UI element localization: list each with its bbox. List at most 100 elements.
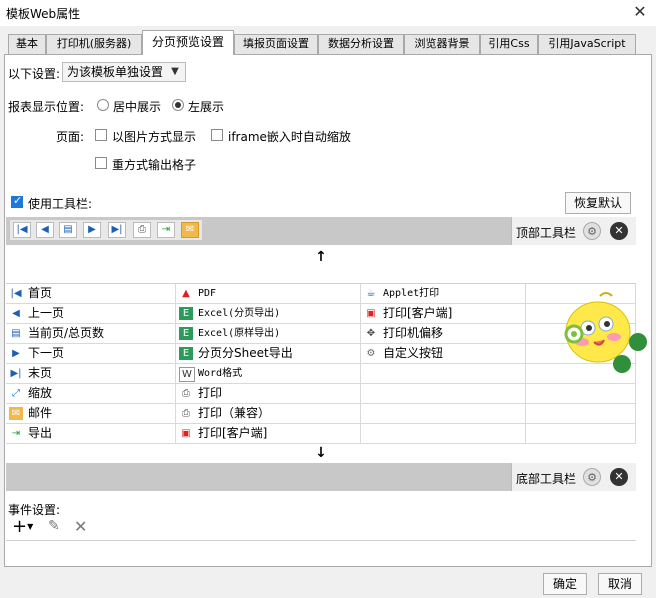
tab-browser-bg[interactable]: 浏览器背景	[404, 34, 480, 54]
mascot-icon	[564, 292, 647, 373]
window-title: 模板Web属性	[6, 7, 81, 21]
events-list[interactable]	[6, 540, 636, 565]
settings-select-value: 为该模板单独设置	[67, 65, 164, 79]
checkbox-image-display[interactable]	[95, 129, 107, 141]
move-down-icon[interactable]: ↓	[6, 443, 636, 463]
print-icon: ⎙	[182, 388, 190, 399]
first-page-icon: |◀	[10, 288, 22, 299]
grid-item-export[interactable]: ⇥ 导出	[6, 424, 176, 444]
print-icon: ⎙	[182, 408, 190, 419]
chevron-down-icon: ▼	[171, 66, 179, 77]
tab-printer-server[interactable]: 打印机(服务器)	[46, 34, 142, 54]
edit-event-icon[interactable]: ✎	[48, 518, 60, 534]
grid-item-print-compat[interactable]: ⎙ 打印（兼容）	[176, 404, 361, 424]
settings-select[interactable]: 为该模板单独设置 ▼	[62, 62, 186, 82]
grid-item-print[interactable]: ⎙ 打印	[176, 384, 361, 404]
move-up-icon[interactable]: ↑	[6, 247, 636, 267]
grid-item-first-page[interactable]: |◀ 首页	[6, 284, 176, 304]
next-page-icon: ▶	[12, 348, 20, 359]
excel-icon: E	[179, 347, 193, 360]
grid-item-excel-paged[interactable]: E Excel(分页导出)	[176, 304, 361, 324]
restore-default-button[interactable]: 恢复默认	[565, 192, 631, 214]
tab-fill-page[interactable]: 填报页面设置	[234, 34, 318, 54]
page-count-icon: ▤	[11, 328, 21, 339]
word-icon: W	[179, 367, 195, 382]
checkbox-iframe-zoom[interactable]	[211, 129, 223, 141]
tab-javascript[interactable]: 引用JavaScript	[538, 34, 636, 54]
delete-event-icon[interactable]: ✕	[74, 517, 87, 536]
tab-pagination-preview[interactable]: 分页预览设置	[142, 30, 234, 55]
radio-left[interactable]	[172, 99, 184, 111]
grid-empty-cell	[526, 404, 636, 424]
top-gear-icon[interactable]: ⚙	[583, 222, 601, 240]
excel-icon: E	[179, 307, 193, 320]
title-bar	[0, 0, 656, 26]
grid-item-zoom[interactable]: ⤢ 缩放	[6, 384, 176, 404]
pdf-print-icon: ▣	[181, 428, 191, 439]
use-toolbar-label: 使用工具栏:	[28, 197, 93, 211]
next-page-icon[interactable]: ▶	[83, 222, 101, 238]
position-label: 报表显示位置:	[8, 100, 85, 114]
grid-item-excel-original[interactable]: E Excel(原样导出)	[176, 324, 361, 344]
email-icon: ✉	[9, 407, 23, 420]
zoom-icon: ⤢	[12, 388, 20, 399]
page-label: 页面:	[56, 130, 85, 144]
tab-basic[interactable]: 基本	[8, 34, 46, 54]
grid-item-print-client[interactable]: ▣ 打印[客户端]	[176, 424, 361, 444]
grid-item-pdf[interactable]: ▲ PDF	[176, 284, 361, 304]
mascot-sticker	[560, 290, 652, 380]
grid-item-printer-offset[interactable]: ✥ 打印机偏移	[361, 324, 526, 344]
print-icon[interactable]: ⎙	[133, 222, 151, 238]
ok-button[interactable]: 确定	[543, 573, 587, 595]
cancel-button[interactable]: 取消	[598, 573, 642, 595]
pdf-print-icon: ▣	[366, 308, 376, 319]
radio-left-label: 左展示	[188, 100, 225, 114]
bottom-remove-icon[interactable]: ✕	[610, 468, 628, 486]
applet-icon: ☕	[366, 288, 376, 299]
settings-label: 以下设置:	[8, 67, 61, 81]
last-page-icon: ▶|	[10, 368, 22, 379]
grid-empty-cell	[526, 384, 636, 404]
page-count-icon[interactable]: ▤	[59, 222, 77, 238]
tab-data-analysis[interactable]: 数据分析设置	[318, 34, 404, 54]
grid-empty-cell	[361, 404, 526, 424]
grid-item-word[interactable]: W Word格式	[176, 364, 361, 384]
grid-empty-cell	[361, 424, 526, 444]
add-event-icon[interactable]: +▼	[12, 517, 33, 537]
grid-item-page-count[interactable]: ▤ 当前页/总页数	[6, 324, 176, 344]
last-page-icon[interactable]: ▶|	[108, 222, 126, 238]
prev-page-icon[interactable]: ◀	[36, 222, 54, 238]
checkbox-output-cells[interactable]	[95, 157, 107, 169]
grid-item-prev-page[interactable]: ◀ 上一页	[6, 304, 176, 324]
grid-item-custom-button[interactable]: ⚙ 自定义按钮	[361, 344, 526, 364]
move-icon: ✥	[366, 328, 376, 339]
pdf-icon: ▲	[182, 288, 190, 299]
iframe-zoom-label: iframe嵌入时自动缩放	[228, 130, 351, 144]
radio-center[interactable]	[97, 99, 109, 111]
grid-empty-cell	[526, 424, 636, 444]
grid-item-print-client-2[interactable]: ▣ 打印[客户端]	[361, 304, 526, 324]
first-page-icon[interactable]: |◀	[13, 222, 31, 238]
top-remove-icon[interactable]: ✕	[610, 222, 628, 240]
bottom-gear-icon[interactable]: ⚙	[583, 468, 601, 486]
checkbox-use-toolbar[interactable]	[11, 194, 23, 208]
grid-item-last-page[interactable]: ▶| 末页	[6, 364, 176, 384]
grid-item-email[interactable]: ✉ 邮件	[6, 404, 176, 424]
bottom-toolbar-label: 底部工具栏	[516, 472, 577, 486]
grid-empty-cell	[361, 384, 526, 404]
excel-icon: E	[179, 327, 193, 340]
tab-css[interactable]: 引用Css	[480, 34, 538, 54]
image-display-label: 以图片方式显示	[112, 130, 197, 144]
email-icon[interactable]: ✉	[181, 222, 199, 238]
radio-center-label: 居中展示	[113, 100, 162, 114]
export-icon: ⇥	[11, 428, 21, 439]
grid-item-applet-print[interactable]: ☕ Applet打印	[361, 284, 526, 304]
gear-icon: ⚙	[366, 348, 376, 359]
grid-item-sheet-export[interactable]: E 分页分Sheet导出	[176, 344, 361, 364]
export-icon[interactable]: ⇥	[157, 222, 175, 238]
output-cells-label: 重方式输出格子	[112, 158, 197, 172]
top-toolbar-label: 顶部工具栏	[516, 226, 577, 240]
grid-item-next-page[interactable]: ▶ 下一页	[6, 344, 176, 364]
close-icon[interactable]: ✕	[630, 2, 650, 22]
grid-empty-cell	[361, 364, 526, 384]
